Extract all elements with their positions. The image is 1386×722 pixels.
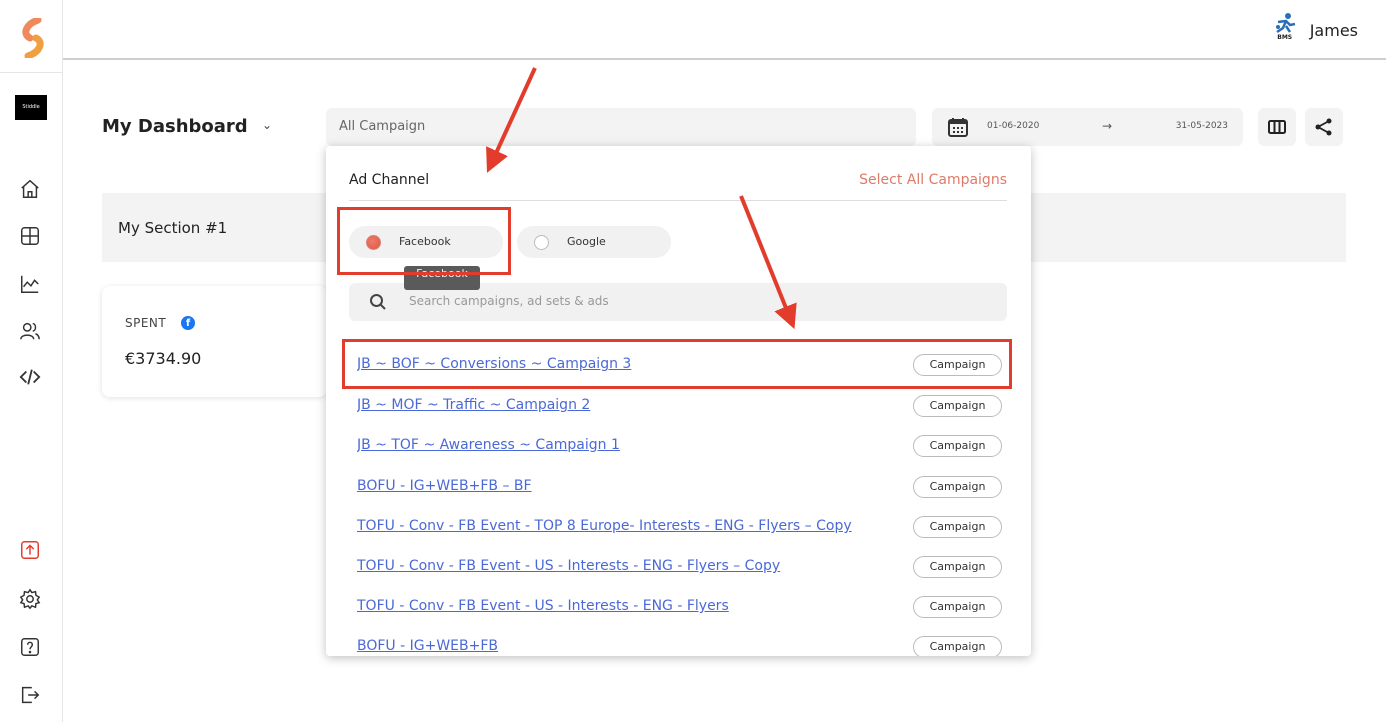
list-item[interactable]: JB ~ TOF ~ Awareness ~ Campaign 1 Campai… [357,435,1002,457]
campaign-link[interactable]: TOFU - Conv - FB Event - US - Interests … [357,598,907,614]
channel-chip-google[interactable]: Google [517,226,671,258]
campaign-link[interactable]: BOFU - IG+WEB+FB [357,638,907,654]
annotation-box-facebook [337,207,511,275]
campaign-type-badge: Campaign [913,435,1002,457]
list-item[interactable]: TOFU - Conv - FB Event - TOP 8 Europe- I… [357,516,1002,538]
bms-logo-text: BMS [1277,34,1293,41]
list-item[interactable]: TOFU - Conv - FB Event - US - Interests … [357,596,1002,618]
list-item[interactable]: TOFU - Conv - FB Event - US - Interests … [357,556,1002,578]
app-logo-icon[interactable] [18,16,48,60]
sidebar-divider [0,72,63,73]
top-bar: BMS James [63,0,1386,60]
list-item[interactable]: BOFU - IG+WEB+FB Campaign [357,636,1002,656]
bms-runner-icon [1275,13,1295,34]
campaign-link[interactable]: JB ~ TOF ~ Awareness ~ Campaign 1 [357,437,907,453]
columns-icon [1268,120,1286,134]
logout-icon[interactable] [18,683,42,707]
bms-logo: BMS [1272,12,1298,48]
date-from: 01-06-2020 [987,121,1040,131]
metric-card[interactable]: SPENT f €3734.90 [102,286,327,397]
metric-label: SPENT [125,316,167,330]
ad-channel-title: Ad Channel [349,172,430,188]
users-icon[interactable] [18,319,42,343]
search-input[interactable]: Search campaigns, ad sets & ads [409,294,609,308]
code-icon[interactable] [18,365,42,389]
radio-unselected-icon [534,235,549,250]
list-item[interactable]: JB ~ MOF ~ Traffic ~ Campaign 2 Campaign [357,395,1002,417]
section-title[interactable]: My Section #1 [118,219,227,237]
campaign-link[interactable]: JB ~ MOF ~ Traffic ~ Campaign 2 [357,397,907,413]
campaign-link[interactable]: BOFU - IG+WEB+FB – BF [357,478,907,494]
share-icon [1315,118,1332,136]
channel-label: Google [567,235,606,248]
campaign-link[interactable]: TOFU - Conv - FB Event - US - Interests … [357,558,907,574]
date-to: 31-05-2023 [1175,121,1228,131]
chevron-down-icon[interactable]: ⌄ [262,118,272,132]
campaign-type-badge: Campaign [913,596,1002,618]
search-icon [370,294,386,310]
calendar-icon [948,118,968,137]
sidebar: Stiddle [0,0,63,722]
campaign-type-badge: Campaign [913,395,1002,417]
campaign-select[interactable]: All Campaign [326,108,916,146]
facebook-icon: f [181,316,195,330]
dashboard-grid-icon[interactable] [18,224,42,248]
metric-value: €3734.90 [125,349,202,368]
share-button[interactable] [1305,108,1343,146]
workspace-logo-text: Stiddle [22,104,40,110]
list-item[interactable]: BOFU - IG+WEB+FB – BF Campaign [357,476,1002,498]
user-name: James [1309,20,1358,40]
upload-icon[interactable] [18,538,42,562]
select-all-campaigns-link[interactable]: Select All Campaigns [859,172,1007,188]
annotation-box-campaign [342,339,1012,389]
dropdown-divider [349,200,1007,201]
date-arrow: → [1102,119,1113,133]
user-menu[interactable]: BMS James [1272,12,1358,48]
campaign-type-badge: Campaign [913,556,1002,578]
help-icon[interactable] [18,635,42,659]
home-icon[interactable] [18,177,42,201]
columns-button[interactable] [1258,108,1296,146]
campaign-type-badge: Campaign [913,476,1002,498]
analytics-chart-icon[interactable] [18,272,42,296]
page-title[interactable]: My Dashboard [102,116,248,137]
campaign-type-badge: Campaign [913,516,1002,538]
workspace-logo[interactable]: Stiddle [15,95,47,120]
date-range-picker[interactable]: 01-06-2020 → 31-05-2023 [932,108,1243,146]
campaign-link[interactable]: TOFU - Conv - FB Event - TOP 8 Europe- I… [357,518,907,534]
settings-gear-icon[interactable] [18,587,42,611]
campaign-type-badge: Campaign [913,636,1002,656]
